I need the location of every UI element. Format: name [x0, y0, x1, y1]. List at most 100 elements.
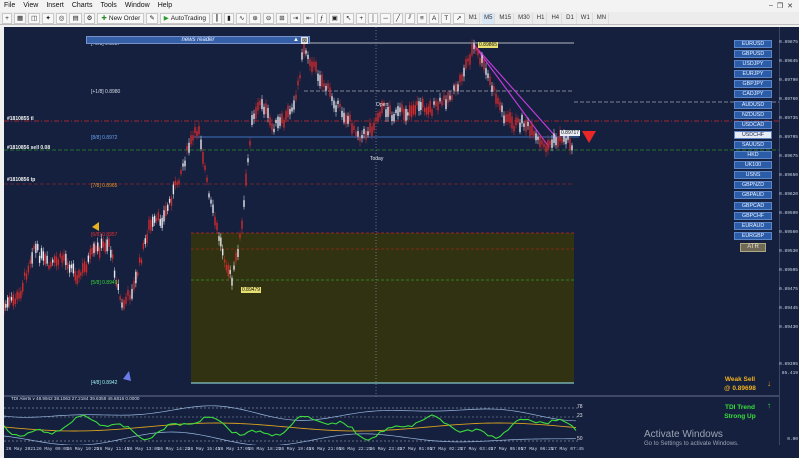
arrows-icon[interactable]: ➚: [453, 12, 465, 24]
menu-charts[interactable]: Charts: [68, 0, 97, 12]
time-tick: 27 May 03:45: [460, 447, 493, 452]
indicator-max-tick: 86.419: [781, 371, 798, 376]
candle-body: [397, 106, 399, 117]
candle-body: [410, 106, 413, 118]
candlestick-icon[interactable]: ▮: [223, 12, 234, 24]
label-icon[interactable]: T: [441, 12, 452, 24]
close-icon[interactable]: ⊠: [300, 37, 308, 44]
chart-shift-icon[interactable]: ⇤: [303, 12, 315, 24]
bar-chart-icon[interactable]: ┃: [211, 12, 222, 24]
symbol-button-eurjpy[interactable]: EURJPY: [734, 70, 772, 79]
tf-m15[interactable]: M15: [497, 12, 515, 24]
symbol-button-usdchf[interactable]: USDCHF: [734, 130, 772, 139]
symbol-button-gbpchf[interactable]: GBPCHF: [734, 211, 772, 220]
horizontal-line-icon[interactable]: ─: [380, 12, 391, 24]
vertical-line-icon[interactable]: │: [368, 12, 379, 24]
zoom-in-icon[interactable]: ⊕: [249, 12, 261, 24]
indicators-icon[interactable]: ƒ: [316, 12, 327, 24]
symbol-button-cadjpy[interactable]: CADJPY: [734, 90, 772, 99]
close-icon[interactable]: ✕: [787, 2, 793, 10]
candle-body: [113, 270, 116, 278]
tile-icon[interactable]: ⊞: [276, 12, 288, 24]
meta-editor-icon[interactable]: ✎: [146, 12, 158, 24]
price-tick: 0.89530: [779, 249, 798, 254]
candle-body: [138, 257, 141, 263]
menu-file[interactable]: File: [0, 0, 19, 12]
tf-w1[interactable]: W1: [579, 12, 593, 24]
trendline-icon[interactable]: ╱: [392, 12, 403, 24]
menu-window[interactable]: Window: [121, 0, 154, 12]
candle-body: [399, 107, 401, 113]
tf-mn[interactable]: MN: [595, 12, 610, 24]
restore-icon[interactable]: ❐: [777, 2, 783, 10]
menu-insert[interactable]: Insert: [42, 0, 68, 12]
zoom-out-icon[interactable]: ⊖: [262, 12, 275, 24]
menu-view[interactable]: View: [19, 0, 42, 12]
crosshair-icon[interactable]: +: [356, 12, 367, 24]
symbol-button-gbpaud[interactable]: GBPAUD: [734, 191, 772, 200]
activate-windows-watermark: Activate Windows Go to Settings to activ…: [644, 429, 739, 447]
level-label-4-8: [4/8] 0.8942: [91, 380, 118, 386]
time-tick: 26 May 23:45: [369, 447, 402, 452]
candle-body: [29, 259, 31, 265]
candle-body: [291, 107, 293, 112]
tf-m5[interactable]: M5: [482, 12, 496, 24]
symbol-button-gbpusd[interactable]: GBPUSD: [734, 50, 772, 59]
candle-body: [95, 245, 97, 252]
candle-body: [461, 74, 463, 81]
symbol-button-hkd[interactable]: HKD: [734, 151, 772, 160]
symbol-button-nzdusd[interactable]: NZDUSD: [734, 110, 772, 119]
symbol-button-gbpjpy[interactable]: GBPJPY: [734, 80, 772, 89]
symbol-button-usns[interactable]: USNS: [734, 171, 772, 180]
tf-m30[interactable]: M30: [516, 12, 533, 24]
new-order-button[interactable]: ✚ New Order: [97, 12, 145, 24]
symbol-button-audusd[interactable]: AUDUSD: [734, 100, 772, 109]
symbol-button-usdcad[interactable]: USDCAD: [734, 120, 772, 129]
autoscroll-icon[interactable]: ⇥: [289, 12, 302, 24]
cursor-icon[interactable]: ↖: [342, 12, 355, 24]
price-chart[interactable]: [+2/8] 0.8987 [+1/8] 0.8980 #1810855 tl …: [4, 27, 779, 445]
new-chart-icon[interactable]: +: [2, 12, 12, 24]
menu-tools[interactable]: Tools: [96, 0, 120, 12]
templates-icon[interactable]: ▣: [328, 12, 341, 24]
candle-body: [210, 199, 212, 204]
profiles-icon[interactable]: ▦: [14, 12, 27, 24]
candle-body: [227, 265, 229, 277]
candle-body: [182, 163, 184, 167]
symbol-button-usdjpy[interactable]: USDJPY: [734, 60, 772, 69]
symbol-button-sauusd[interactable]: SAUUSD: [734, 140, 772, 149]
level-label-7-8: [7/8] 0.8965: [91, 183, 118, 189]
news-reader-panel[interactable]: news reader ▲ ⊠: [86, 36, 310, 44]
signal-tdi-trend: TDI Trend: [725, 404, 755, 411]
minimize-icon[interactable]: –: [769, 2, 773, 10]
symbol-button-gbpcad[interactable]: GBPCAD: [734, 201, 772, 210]
line-chart-icon[interactable]: ∿: [235, 12, 248, 24]
terminal-icon[interactable]: ▤: [69, 12, 82, 24]
collapse-icon[interactable]: ▲: [293, 37, 299, 44]
navigator-icon[interactable]: ◎: [55, 12, 68, 24]
candle-body: [313, 61, 315, 67]
symbol-button-uk100[interactable]: UK100: [734, 161, 772, 170]
symbol-button-gbpnzd[interactable]: GBPNZD: [734, 181, 772, 190]
tf-d1[interactable]: D1: [564, 12, 577, 24]
symbol-button-eurgbp[interactable]: EURGBP: [734, 231, 772, 240]
tf-h4[interactable]: H4: [549, 12, 563, 24]
menu-help[interactable]: Help: [154, 0, 176, 12]
candle-body: [161, 217, 163, 229]
autotrading-button[interactable]: ▶ AutoTrading: [159, 12, 210, 24]
text-icon[interactable]: A: [428, 12, 440, 24]
channel-icon[interactable]: ⫽: [404, 12, 415, 24]
tf-m1[interactable]: M1: [467, 12, 481, 24]
fibonacci-icon[interactable]: ≡: [416, 12, 427, 24]
tf-h1[interactable]: H1: [535, 12, 548, 24]
strategy-tester-icon[interactable]: ⚙: [83, 12, 96, 24]
candle-body: [140, 259, 143, 264]
market-watch-icon[interactable]: ◫: [28, 12, 41, 24]
candle-body: [335, 105, 337, 113]
candle-body: [25, 273, 28, 280]
atr-button[interactable]: ATR: [740, 242, 766, 252]
candle-body: [206, 177, 208, 182]
symbol-button-euraud[interactable]: EURAUD: [734, 221, 772, 230]
symbol-button-eurusd[interactable]: EURUSD: [734, 40, 772, 48]
data-window-icon[interactable]: ✦: [42, 12, 54, 24]
